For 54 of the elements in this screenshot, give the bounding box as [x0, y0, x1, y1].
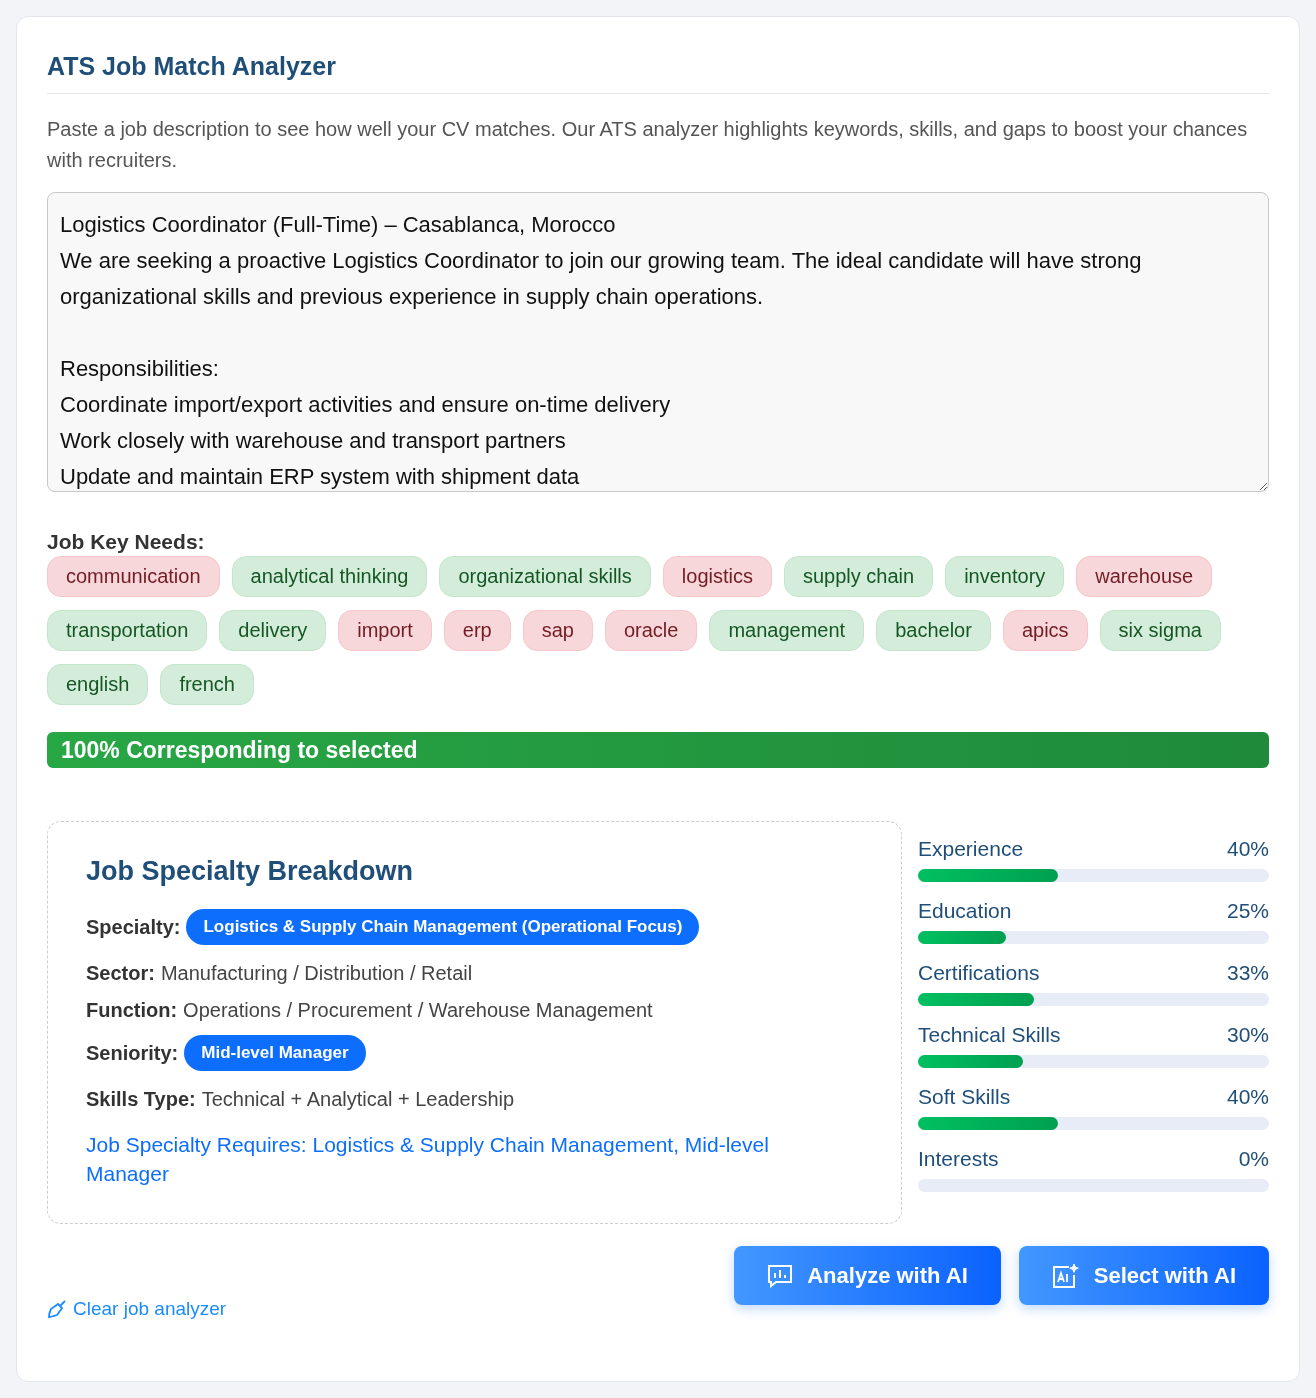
field-value: Operations / Procurement / Warehouse Management [183, 999, 653, 1022]
score-value: 33% [1226, 961, 1269, 985]
section-label: Job Key Needs: [47, 530, 206, 554]
field-label: Seniority: [86, 1041, 179, 1065]
keyword-tag: oracle [604, 610, 698, 651]
value-pill: Mid-level Manager [184, 1035, 366, 1071]
keyword-tag: transportation [47, 610, 208, 651]
keyword-tag: english [47, 664, 149, 705]
ai-sparkle-icon [1051, 1262, 1080, 1289]
select-button[interactable]: Select with AI [1018, 1246, 1269, 1305]
keyword-tag: sap [522, 610, 593, 651]
keyword-tag: warehouse [1076, 556, 1213, 597]
score-label: Education [918, 899, 1012, 923]
chart-bubble-icon [767, 1263, 794, 1288]
job-description-field[interactable]: Logistics Coordinator (Full-Time) – Casablanca, Morocco We are seeking a proactive Logistics Coordinator to join our growing team. The ideal candidate will have strong organizational skills and previous experience in supply chain operations. Responsibilities: Coordinate import/export activities and ensure on-time delivery Work closely with warehouse and transport partners Update and maintain ERP system with shipment data [47, 192, 1269, 492]
score-value: 0% [1238, 1147, 1269, 1171]
keyword-tag: supply chain [783, 556, 934, 597]
clear-link[interactable]: Clear job analyzer [47, 1298, 227, 1320]
value-pill: Logistics & Supply Chain Management (Operational Focus) [186, 909, 700, 945]
match-progress-bar: 100% Corresponding to selected [47, 732, 1269, 768]
keyword-tag: analytical thinking [231, 556, 428, 597]
score-value: 25% [1226, 899, 1269, 923]
keyword-tag: french [160, 664, 254, 705]
keyword-tag: organizational skills [439, 556, 651, 597]
keyword-tag: communication [47, 556, 220, 597]
field-label: Sector: [86, 962, 155, 985]
keyword-tag: management [709, 610, 865, 651]
keyword-tag: bachelor [876, 610, 991, 651]
keyword-tag: six sigma [1099, 610, 1221, 651]
keyword-tag: delivery [219, 610, 327, 651]
field-label: Skills Type: [86, 1088, 196, 1111]
score-value: 30% [1226, 1023, 1269, 1047]
keyword-tag: apics [1002, 610, 1088, 651]
requirement-text: Job Specialty Requires: Logistics & Supply Chain Management, Mid-level Manager [86, 1132, 770, 1187]
score-label: Soft Skills [918, 1085, 1011, 1109]
keyword-tag: import [338, 610, 432, 651]
field-label: Specialty: [86, 915, 181, 939]
keyword-tag: logistics [662, 556, 772, 597]
page-title: ATS Job Match Analyzer [47, 47, 1269, 94]
score-value: 40% [1226, 1085, 1269, 1109]
broom-icon [47, 1299, 67, 1319]
analyze-button[interactable]: Analyze with AI [734, 1246, 1001, 1305]
field-label: Function: [86, 999, 178, 1022]
score-label: Experience [918, 837, 1024, 861]
intro-text: Paste a job description to see how well your CV matches. Our ATS analyzer highlights keywords, skills, and gaps to boost your chances with recruiters. [47, 117, 1249, 173]
score-label: Interests [918, 1147, 999, 1171]
keyword-tag: inventory [945, 556, 1065, 597]
score-label: Certifications [918, 961, 1040, 985]
field-value: Technical + Analytical + Leadership [201, 1088, 515, 1111]
score-label: Technical Skills [918, 1023, 1061, 1047]
score-value: 40% [1226, 837, 1269, 861]
panel-title: Job Specialty Breakdown [86, 856, 415, 887]
field-value: Manufacturing / Distribution / Retail [160, 962, 473, 985]
keyword-tag: erp [443, 610, 511, 651]
